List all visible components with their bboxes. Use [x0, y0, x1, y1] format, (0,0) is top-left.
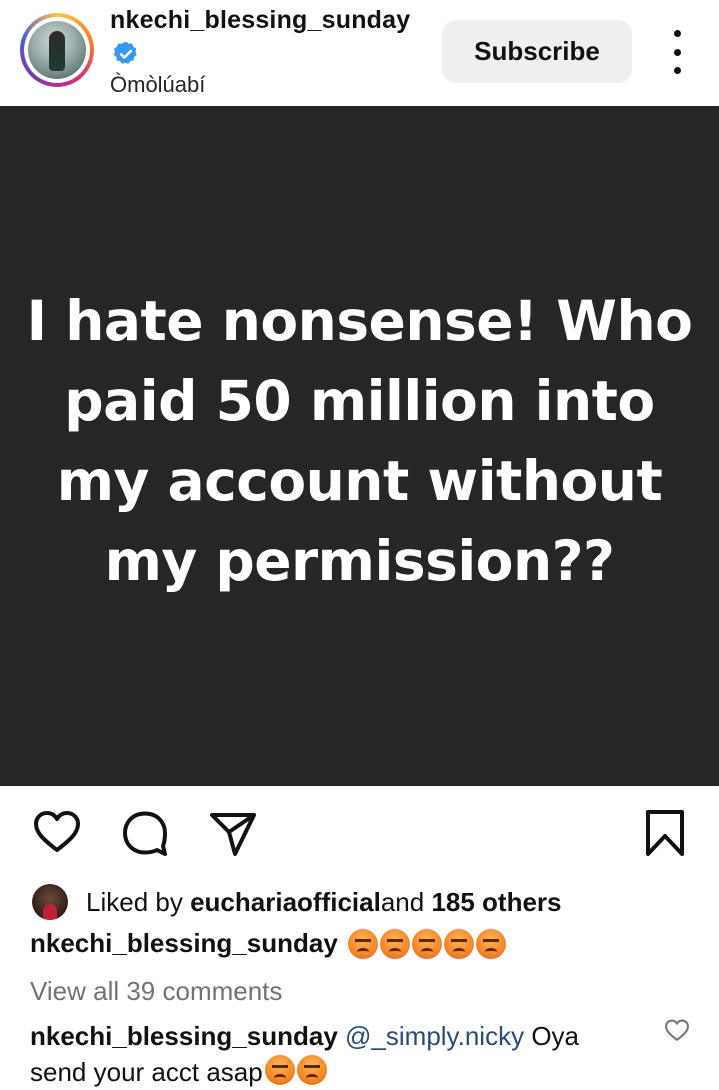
- view-all-comments-link[interactable]: View all 39 comments: [30, 976, 282, 1007]
- header-subtitle: Òmòlúabí: [110, 72, 206, 97]
- comment-icon[interactable]: [120, 808, 170, 858]
- post-image[interactable]: I hate nonsense! Who paid 50 million int…: [0, 106, 719, 786]
- angry-face-icon: [379, 928, 410, 959]
- save-bookmark-icon[interactable]: [640, 808, 690, 858]
- comment-username[interactable]: nkechi_blessing_sunday: [30, 1021, 338, 1051]
- verified-badge-icon: [113, 41, 137, 64]
- angry-face-icon: [264, 1055, 295, 1085]
- post-header: nkechi_blessing_sunday Òmòlúabí Subscrib…: [0, 0, 719, 106]
- likes-summary[interactable]: Liked by euchariaofficial and 185 others: [32, 880, 562, 924]
- comment-emoji-group: [264, 1055, 327, 1085]
- angry-face-icon: [443, 928, 474, 959]
- likes-others-count[interactable]: 185 others: [431, 887, 561, 918]
- comment-mention-link[interactable]: @_simply.nicky: [345, 1021, 524, 1051]
- profile-avatar[interactable]: [20, 13, 94, 87]
- post-caption: nkechi_blessing_sunday: [30, 928, 506, 959]
- comment-item: nkechi_blessing_sunday @_simply.nicky Oy…: [30, 1018, 640, 1090]
- header-username[interactable]: nkechi_blessing_sunday: [110, 6, 410, 35]
- post-actions-bar: [0, 786, 719, 876]
- more-options-icon[interactable]: [660, 30, 694, 74]
- angry-face-icon: [475, 928, 506, 959]
- heart-icon[interactable]: [32, 808, 82, 858]
- subscribe-button[interactable]: Subscribe: [442, 20, 632, 83]
- angry-face-icon: [411, 928, 442, 959]
- liker-username[interactable]: euchariaofficial: [190, 887, 381, 918]
- caption-username[interactable]: nkechi_blessing_sunday: [30, 928, 338, 959]
- comment-like-heart-icon[interactable]: [664, 1018, 690, 1044]
- angry-face-icon: [347, 928, 378, 959]
- angry-face-icon: [296, 1055, 327, 1085]
- liker-avatar: [32, 884, 68, 920]
- post-image-text: I hate nonsense! Who paid 50 million int…: [26, 289, 693, 593]
- angry-emoji-group: [347, 928, 506, 959]
- share-icon[interactable]: [208, 808, 258, 858]
- avatar-image: [28, 21, 86, 79]
